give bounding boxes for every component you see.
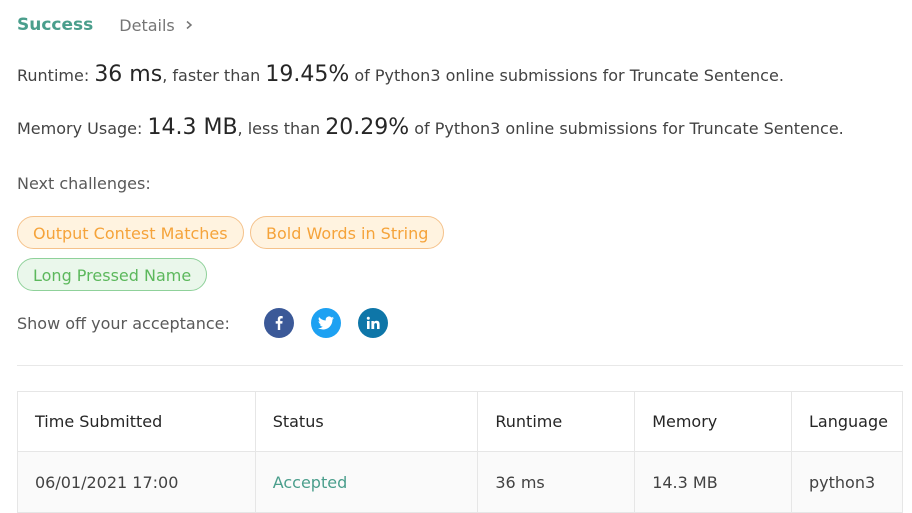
challenge-tag-bold-words-in-string[interactable]: Bold Words in String	[250, 216, 445, 249]
memory-middle: , less than	[237, 119, 326, 138]
details-label: Details	[119, 15, 175, 35]
result-status: Success	[17, 15, 94, 35]
memory-stat: Memory Usage: 14.3 MB , less than 20.29%…	[17, 115, 844, 140]
next-challenges-label: Next challenges:	[17, 174, 151, 193]
column-header-language[interactable]: Language	[791, 391, 903, 452]
table-row: 06/01/2021 17:00 Accepted 36 ms 14.3 MB …	[17, 451, 903, 513]
section-divider	[17, 365, 903, 366]
cell-time-submitted: 06/01/2021 17:00	[17, 451, 256, 513]
challenge-tag-long-pressed-name[interactable]: Long Pressed Name	[17, 258, 208, 291]
column-header-runtime[interactable]: Runtime	[477, 391, 636, 452]
share-row: Show off your acceptance:	[17, 308, 405, 338]
memory-value: 14.3 MB	[147, 115, 238, 140]
result-header: Success Details	[17, 12, 194, 38]
column-header-time-submitted[interactable]: Time Submitted	[17, 391, 256, 452]
column-header-memory[interactable]: Memory	[634, 391, 792, 452]
cell-language: python3	[791, 451, 903, 513]
column-header-status[interactable]: Status	[254, 391, 479, 452]
runtime-value: 36 ms	[94, 62, 163, 87]
challenge-tag-output-contest-matches[interactable]: Output Contest Matches	[17, 216, 244, 249]
chevron-right-icon	[186, 20, 192, 30]
status-accepted-link[interactable]: Accepted	[273, 473, 348, 492]
runtime-stat: Runtime: 36 ms , faster than 19.45% of P…	[17, 62, 784, 87]
memory-label: Memory Usage:	[17, 119, 148, 138]
cell-status: Accepted	[254, 451, 479, 513]
submissions-table: Time Submitted Status Runtime Memory Lan…	[17, 391, 903, 513]
cell-memory: 14.3 MB	[634, 451, 792, 513]
linkedin-icon[interactable]	[357, 308, 388, 338]
memory-suffix: of Python3 online submissions for Trunca…	[409, 119, 844, 138]
facebook-glyph	[275, 316, 283, 330]
share-label: Show off your acceptance:	[17, 313, 230, 333]
twitter-icon[interactable]	[310, 308, 341, 338]
runtime-suffix: of Python3 online submissions for Trunca…	[349, 66, 784, 85]
cell-runtime: 36 ms	[477, 451, 636, 513]
linkedin-glyph	[366, 316, 380, 329]
facebook-icon[interactable]	[263, 308, 294, 338]
memory-percent: 20.29%	[325, 115, 410, 140]
table-header-row: Time Submitted Status Runtime Memory Lan…	[17, 391, 903, 452]
runtime-label: Runtime:	[17, 66, 95, 85]
runtime-middle: , faster than	[162, 66, 266, 85]
runtime-percent: 19.45%	[265, 62, 350, 87]
details-link[interactable]: Details	[119, 16, 193, 35]
twitter-glyph	[317, 316, 334, 330]
